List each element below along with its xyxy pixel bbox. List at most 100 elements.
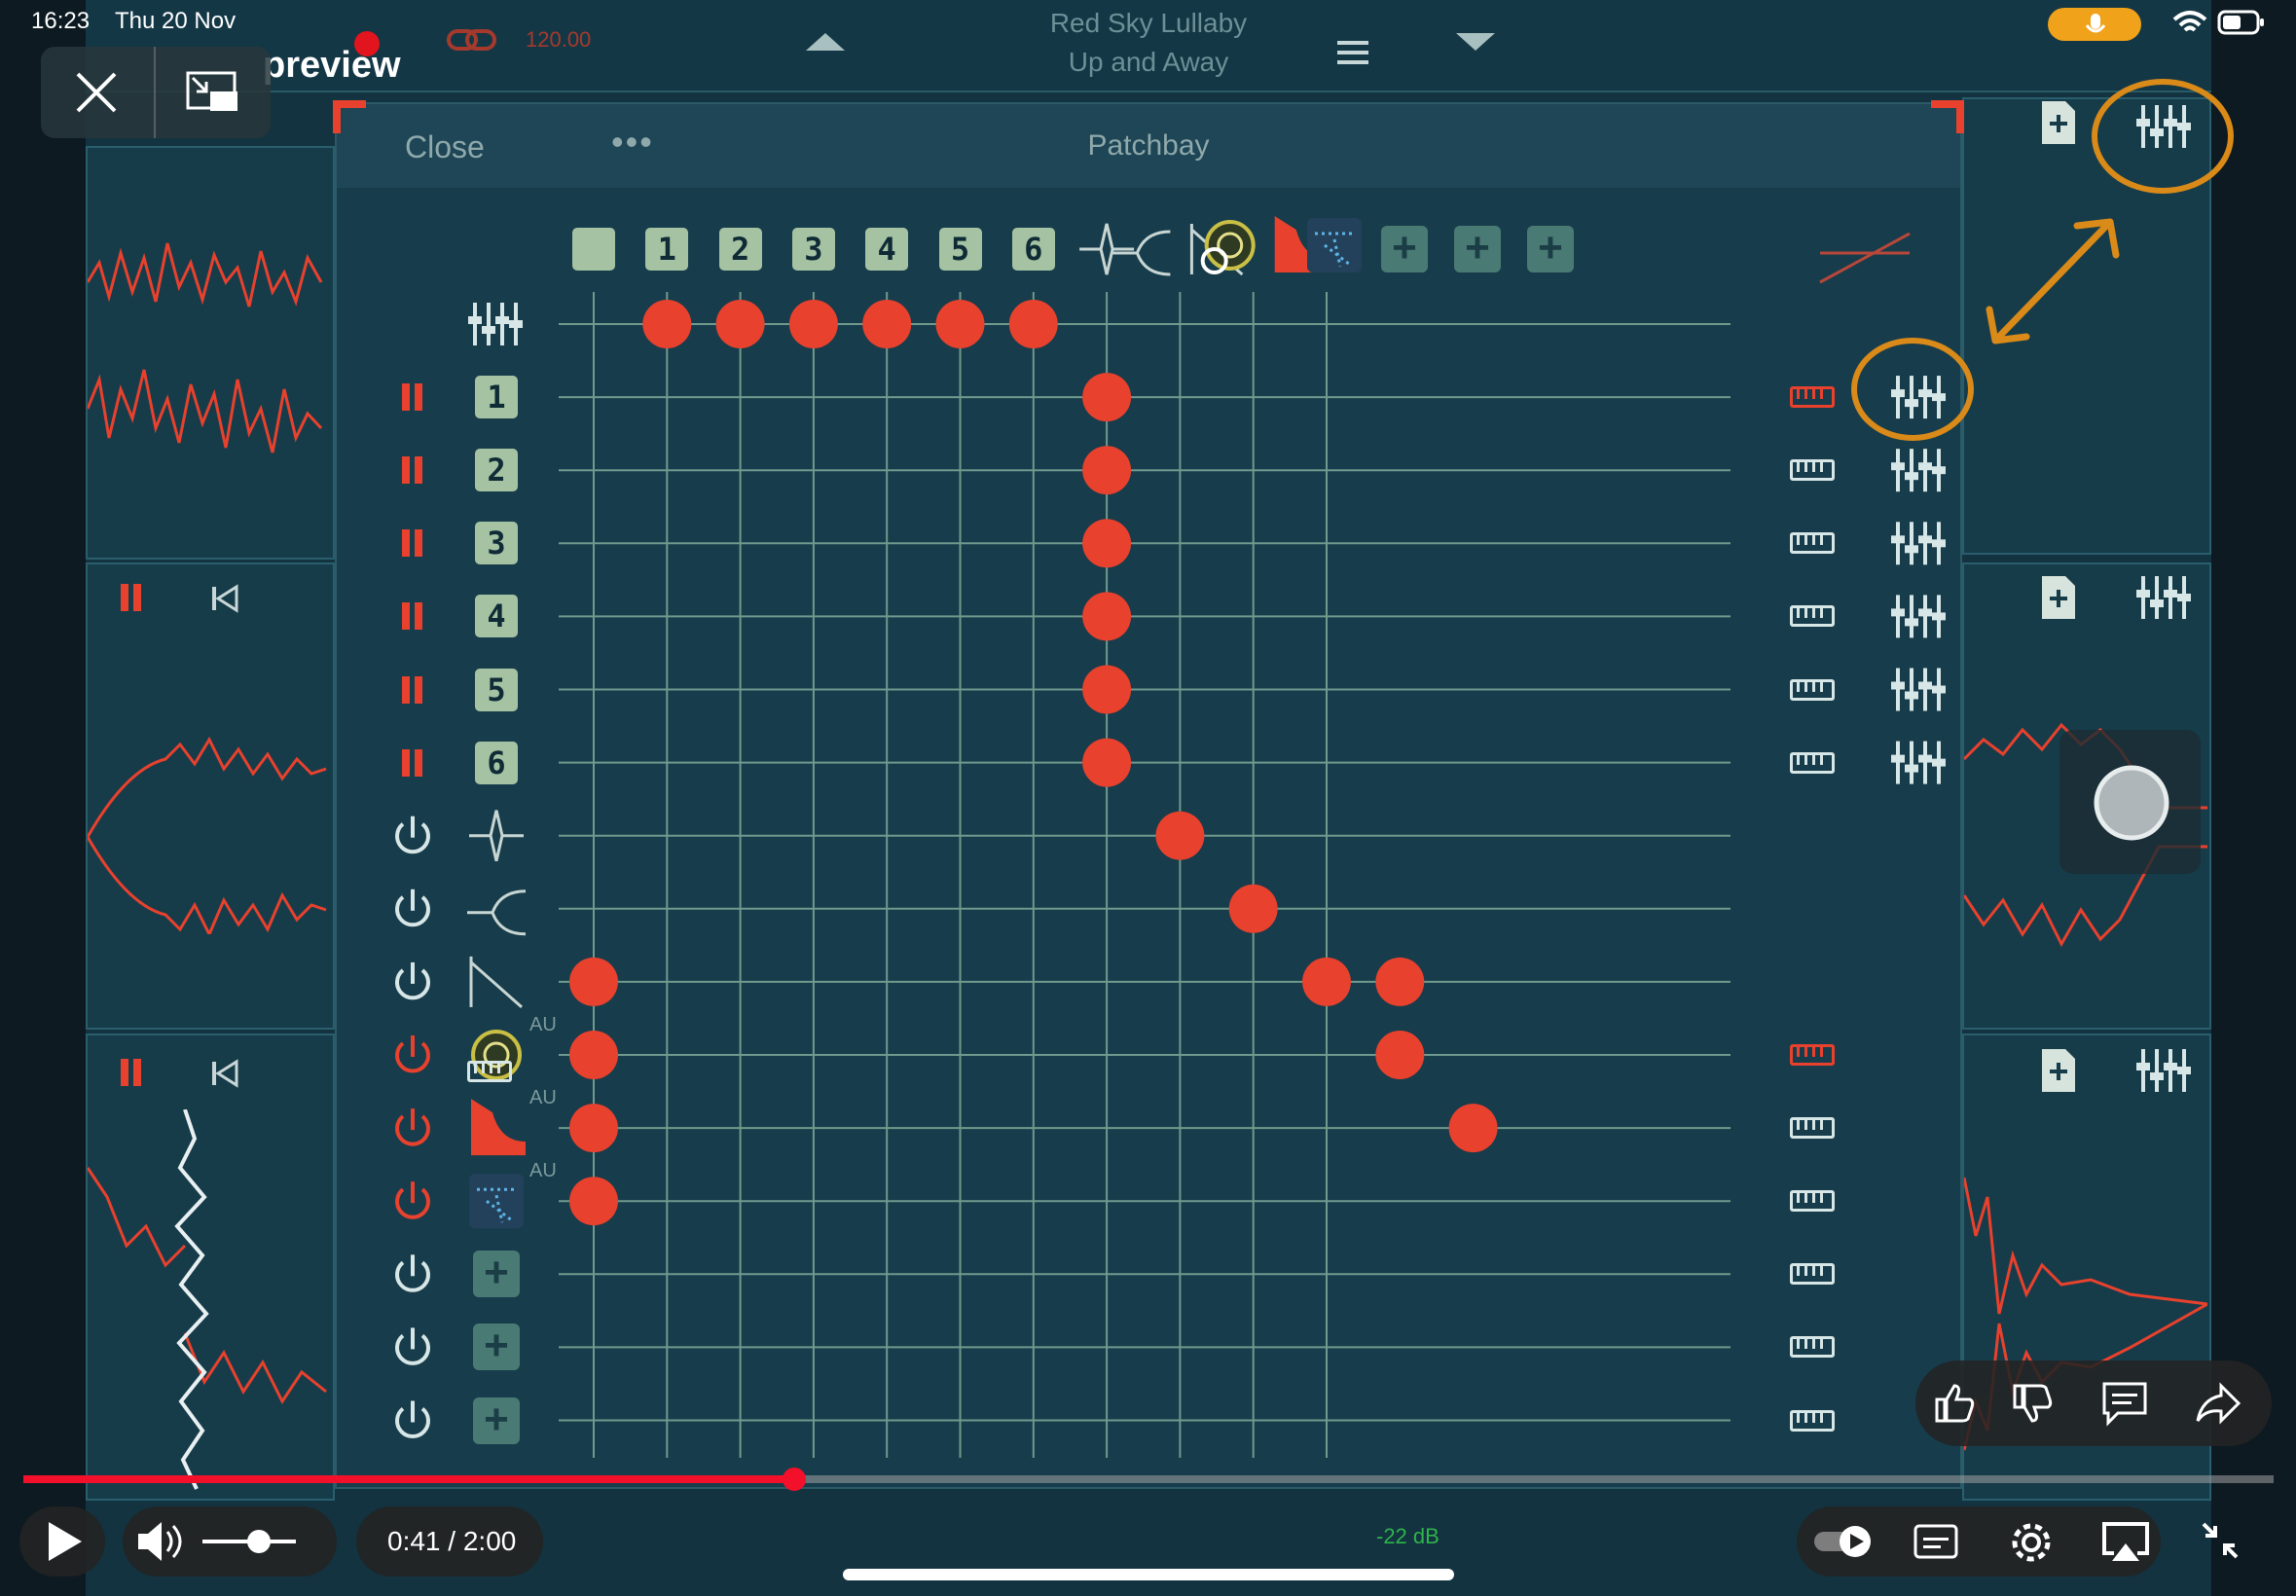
row-keyboard-icon[interactable] xyxy=(1790,1263,1835,1286)
row-keyboard-icon[interactable] xyxy=(1790,751,1835,774)
row-keyboard-icon[interactable] xyxy=(1790,386,1835,409)
row-3-pause-icon[interactable] xyxy=(400,529,425,558)
patch-connection-dot[interactable] xyxy=(1082,519,1132,568)
autoplay-toggle[interactable] xyxy=(1812,1524,1877,1559)
progress-scrubber[interactable] xyxy=(782,1468,806,1491)
track-3-mixer-icon[interactable] xyxy=(2136,1049,2191,1092)
row-input-1[interactable]: 1 xyxy=(475,376,518,419)
row-mixer-icon[interactable] xyxy=(1891,741,1946,784)
row-keyboard-icon[interactable] xyxy=(1790,1409,1835,1432)
patch-connection-dot[interactable] xyxy=(569,1177,618,1226)
volume-knob[interactable] xyxy=(246,1530,271,1553)
header-eq-icon[interactable] xyxy=(1112,230,1171,276)
patch-connection-dot[interactable] xyxy=(642,300,692,348)
au-label: AU xyxy=(529,1014,557,1035)
patch-connection-dot[interactable] xyxy=(1008,300,1058,348)
add-row-button[interactable]: + xyxy=(473,1251,520,1298)
patch-connection-dot[interactable] xyxy=(1302,957,1351,1006)
subtitles-icon[interactable] xyxy=(1913,1524,1958,1559)
patch-connection-dot[interactable] xyxy=(935,300,985,348)
patch-connection-dot[interactable] xyxy=(569,957,618,1006)
row-filter-icon[interactable] xyxy=(469,956,523,1009)
add-column-button[interactable]: + xyxy=(1527,226,1574,272)
home-indicator xyxy=(843,1569,1454,1580)
input-mic-icon[interactable] xyxy=(572,228,615,271)
patch-connection-dot[interactable] xyxy=(1082,592,1132,641)
row-4-pause-icon[interactable] xyxy=(400,602,425,631)
row-mixer-icon[interactable] xyxy=(1891,595,1946,638)
patch-connection-dot[interactable] xyxy=(715,300,765,348)
header-gate-icon[interactable] xyxy=(1079,223,1135,275)
patch-connection-dot[interactable] xyxy=(1082,373,1132,422)
patch-connection-dot[interactable] xyxy=(862,300,912,348)
row-mixer-icon[interactable] xyxy=(1891,449,1946,492)
row-5-pause-icon[interactable] xyxy=(400,675,425,704)
row-input-2[interactable]: 2 xyxy=(475,449,518,492)
row-input-5[interactable]: 5 xyxy=(475,668,518,711)
airplay-icon[interactable] xyxy=(2100,1520,2151,1565)
row-2-pause-icon[interactable] xyxy=(400,456,425,485)
au-label: AU xyxy=(529,1087,557,1109)
row-keyboard-icon[interactable] xyxy=(1790,459,1835,482)
row-1-pause-icon[interactable] xyxy=(400,383,425,412)
patch-connection-dot[interactable] xyxy=(1155,811,1205,860)
patch-connection-dot[interactable] xyxy=(1082,738,1132,787)
column-input-3[interactable]: 3 xyxy=(791,228,835,271)
column-input-1[interactable]: 1 xyxy=(645,228,689,271)
add-row-button[interactable]: + xyxy=(473,1324,520,1371)
column-input-5[interactable]: 5 xyxy=(938,228,982,271)
row-keyboard-icon[interactable] xyxy=(1790,605,1835,628)
like-icon[interactable] xyxy=(1931,1380,1978,1427)
patch-connection-dot[interactable] xyxy=(1082,446,1132,495)
column-input-2[interactable]: 2 xyxy=(718,228,762,271)
patch-connection-dot[interactable] xyxy=(1082,665,1132,714)
row-keyboard-icon[interactable] xyxy=(1790,678,1835,701)
row-input-6[interactable]: 6 xyxy=(475,741,518,784)
column-input-4[interactable]: 4 xyxy=(865,228,909,271)
row-gate-icon[interactable] xyxy=(469,810,524,862)
video-screen: 120.00 Red Sky Lullaby Up and Away 16:23… xyxy=(0,0,2296,1596)
play-icon[interactable] xyxy=(45,1520,84,1563)
progress-fill xyxy=(23,1475,794,1483)
row-keyboard-icon[interactable] xyxy=(1790,1190,1835,1213)
patch-connection-dot[interactable] xyxy=(569,1104,618,1153)
share-icon[interactable] xyxy=(2194,1380,2242,1427)
row-6-pause-icon[interactable] xyxy=(400,748,425,777)
dislike-icon[interactable] xyxy=(2009,1380,2056,1427)
time-display: 0:41 / 2:00 xyxy=(387,1526,516,1557)
patch-connection-dot[interactable] xyxy=(1375,1031,1425,1079)
patchbay-grid[interactable] xyxy=(0,0,2296,1596)
column-input-6[interactable]: 6 xyxy=(1011,228,1055,271)
settings-icon[interactable] xyxy=(2009,1520,2054,1565)
add-column-button[interactable]: + xyxy=(1454,226,1501,272)
output-mixer-icon[interactable] xyxy=(468,303,523,345)
row-mixer-icon[interactable] xyxy=(1891,522,1946,565)
row-input-3[interactable]: 3 xyxy=(475,522,518,565)
row-keyboard-icon[interactable] xyxy=(1790,1336,1835,1359)
patch-connection-dot[interactable] xyxy=(1448,1104,1498,1153)
patch-connection-dot[interactable] xyxy=(569,1031,618,1079)
row-eq-icon[interactable] xyxy=(467,889,527,936)
header-au-knob-icon[interactable] xyxy=(1204,220,1256,271)
add-row-button[interactable]: + xyxy=(473,1396,520,1444)
row-au-keyboard-icon xyxy=(467,1061,512,1082)
row-keyboard-icon[interactable] xyxy=(1790,1117,1835,1140)
exit-fullscreen-icon[interactable] xyxy=(2200,1520,2241,1561)
row-keyboard-icon[interactable] xyxy=(1790,532,1835,555)
comment-icon[interactable] xyxy=(2100,1380,2149,1427)
patch-connection-dot[interactable] xyxy=(788,300,838,348)
row-input-4[interactable]: 4 xyxy=(475,595,518,638)
track-1-mixer-icon[interactable] xyxy=(2136,105,2191,148)
row-mixer-icon[interactable] xyxy=(1891,668,1946,711)
volume-icon[interactable] xyxy=(136,1520,191,1563)
track-2-mixer-icon[interactable] xyxy=(2136,576,2191,619)
header-au-dots-icon[interactable] xyxy=(1307,218,1362,272)
row-mixer-icon[interactable] xyxy=(1891,376,1946,419)
row-au-amp-icon[interactable] xyxy=(471,1099,526,1156)
row-keyboard-icon[interactable] xyxy=(1790,1044,1835,1066)
patch-connection-dot[interactable] xyxy=(1228,884,1278,933)
add-column-button[interactable]: + xyxy=(1381,226,1428,272)
patch-connection-dot[interactable] xyxy=(1375,957,1425,1006)
master-crossfade-icon[interactable] xyxy=(1819,232,1911,284)
row-au-dots-icon[interactable] xyxy=(469,1174,524,1229)
